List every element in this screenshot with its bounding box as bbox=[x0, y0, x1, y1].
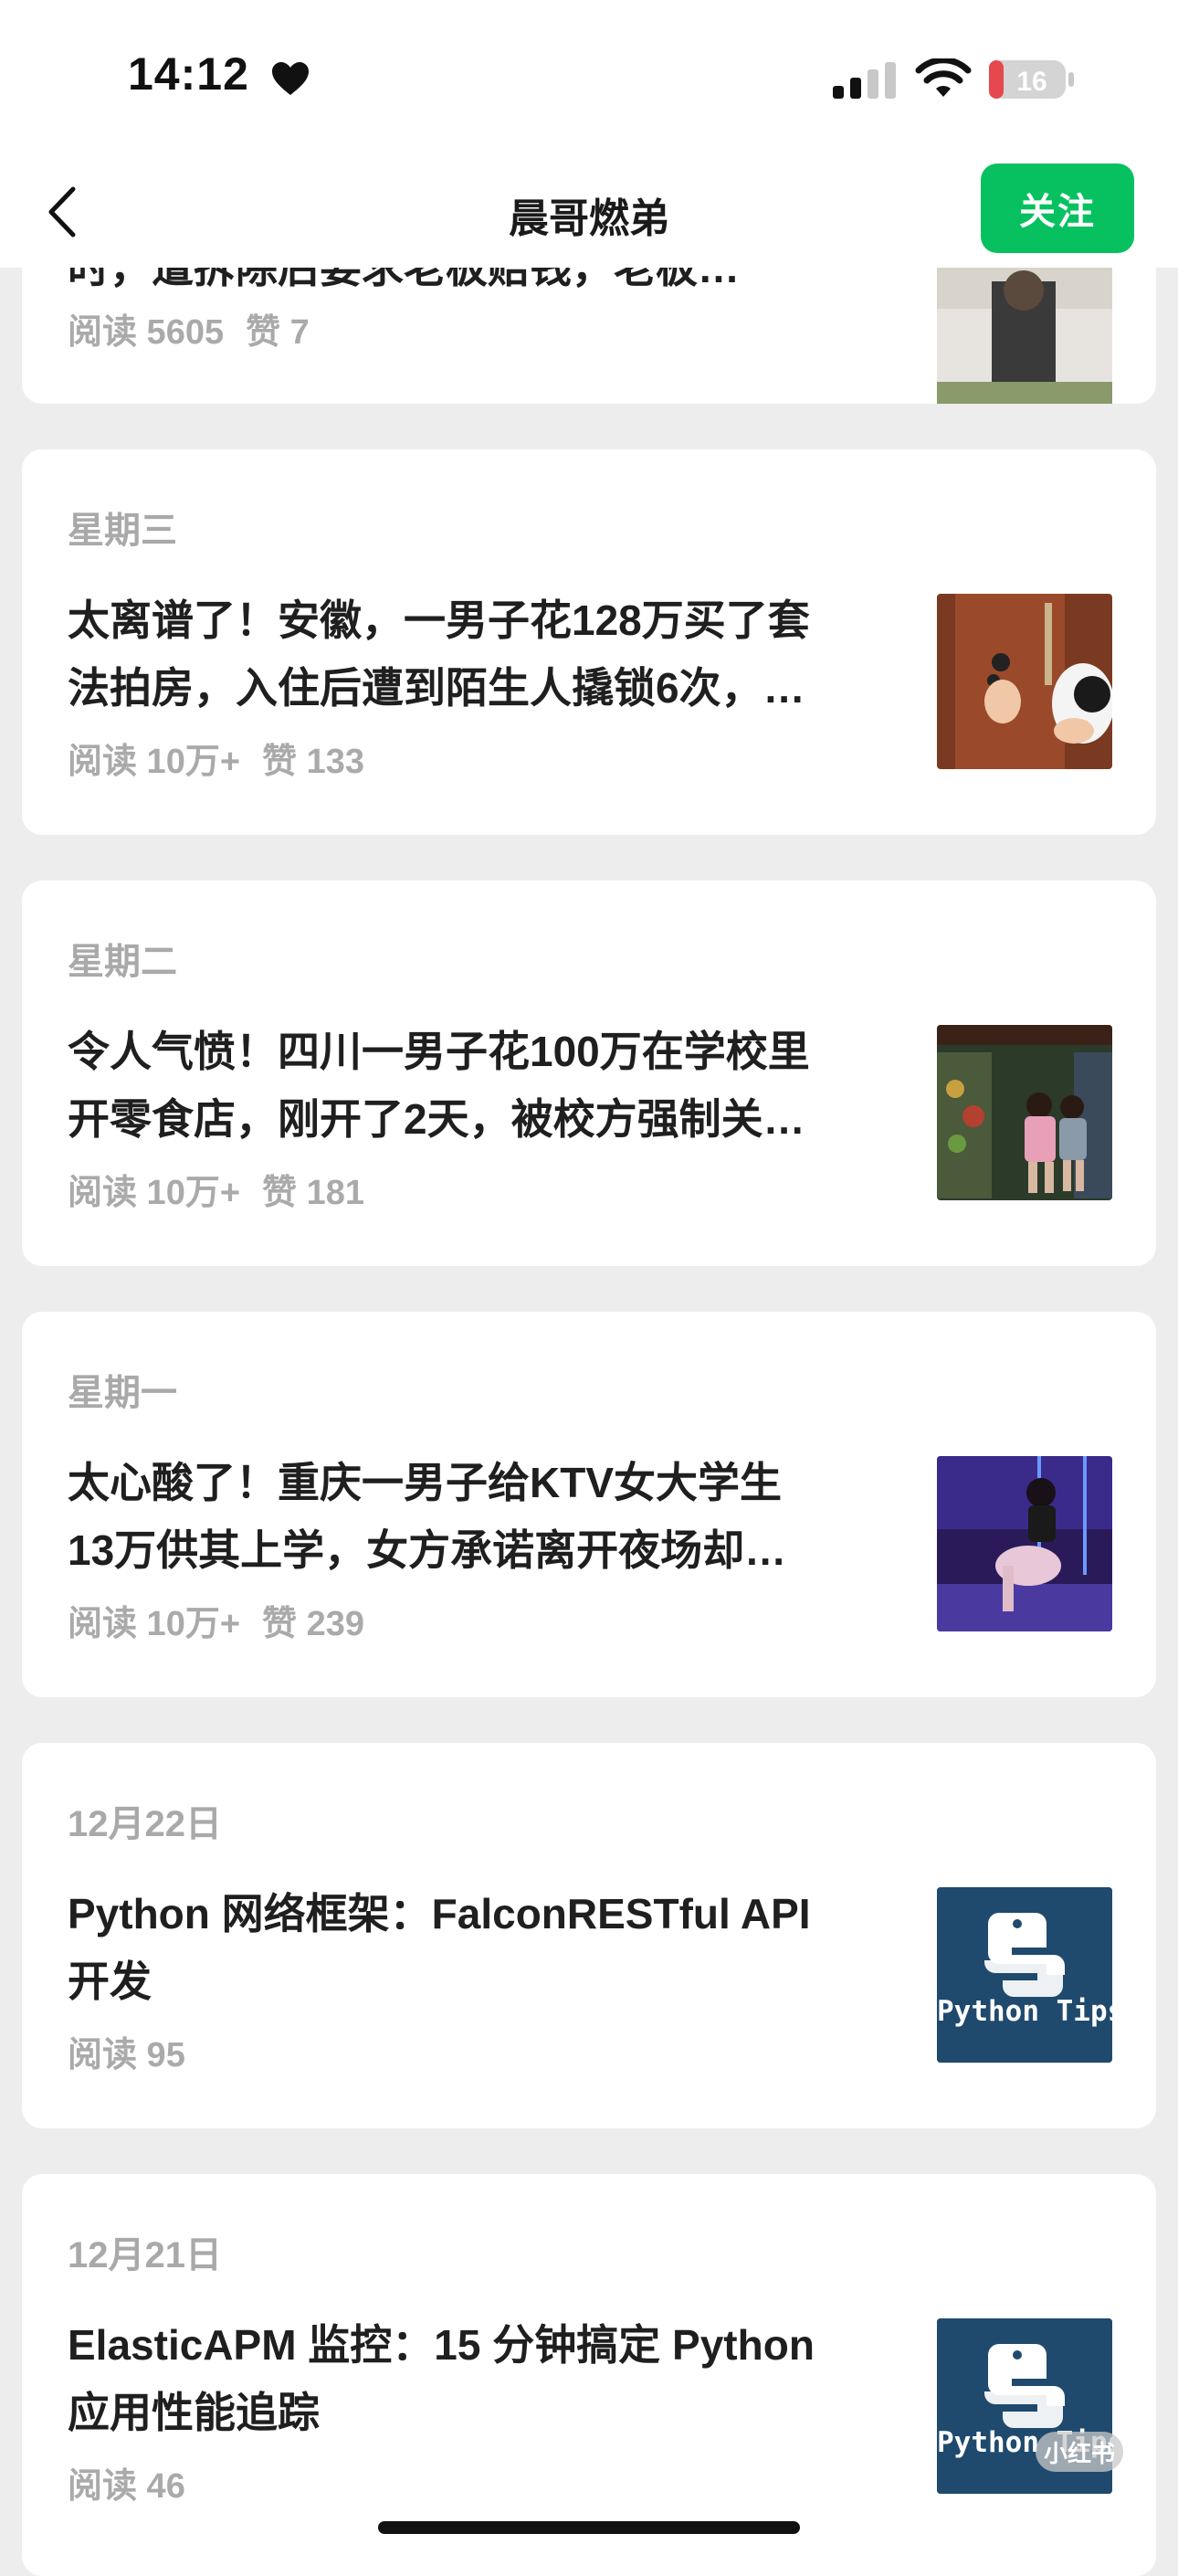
article-card[interactable]: 星期二 令人气愤！四川一男子花100万在学校里 开零食店，刚开了2天，被校方强制… bbox=[22, 881, 1156, 1266]
article-card[interactable]: 星期三 太离谱了！安徽，一男子花128万买了套 法拍房，入住后遭到陌生人撬锁6次… bbox=[22, 449, 1156, 835]
cellular-signal-icon bbox=[833, 62, 896, 99]
article-thumbnail[interactable]: Python Tips bbox=[937, 1887, 1112, 2063]
article-stats: 阅读 95 bbox=[68, 2026, 185, 2076]
article-date: 星期二 bbox=[68, 942, 177, 982]
article-title-line1: 太离谱了！安徽，一男子花128万买了套 bbox=[68, 596, 810, 644]
article-title: 太离谱了！安徽，一男子花128万买了套 法拍房，入住后遭到陌生人撬锁6次，… bbox=[68, 586, 926, 722]
article-title: 太心酸了！重庆一男子给KTV女大学生 13万供其上学，女方承诺离开夜场却… bbox=[68, 1449, 926, 1584]
article-title-line1: 太心酸了！重庆一男子给KTV女大学生 bbox=[68, 1459, 782, 1506]
thumbnail-label: Python Tips bbox=[937, 1995, 1112, 2028]
article-title: ElasticAPM 监控：15 分钟搞定 Python 应用性能追踪 bbox=[68, 2311, 926, 2446]
status-time: 14:12 bbox=[128, 48, 249, 100]
wifi-icon bbox=[915, 58, 972, 97]
article-date: 12月22日 bbox=[68, 1804, 222, 1844]
article-thumbnail[interactable] bbox=[937, 1025, 1112, 1200]
article-thumbnail[interactable] bbox=[937, 1456, 1112, 1631]
like-count: 赞 239 bbox=[262, 1605, 364, 1643]
follow-button[interactable]: 关注 bbox=[981, 164, 1134, 253]
article-thumbnail[interactable] bbox=[937, 254, 1112, 404]
article-thumbnail[interactable] bbox=[937, 594, 1112, 769]
read-count: 阅读 10万+ bbox=[68, 1174, 241, 1212]
article-card[interactable]: 12月22日 Python 网络框架：FalconRESTful API 开发 … bbox=[22, 1743, 1156, 2128]
article-title-line1: Python 网络框架：FalconRESTful API bbox=[68, 1890, 811, 1937]
battery-icon: 16 bbox=[989, 60, 1074, 99]
article-title-line1: 令人气愤！四川一男子花100万在学校里 bbox=[68, 1028, 810, 1075]
nav-bar: 晨哥燃弟 关注 bbox=[0, 160, 1178, 268]
home-indicator[interactable] bbox=[378, 2521, 800, 2534]
article-title: 令人气愤！四川一男子花100万在学校里 开零食店，刚开了2天，被校方强制关… bbox=[68, 1018, 926, 1153]
article-title-line2: 开零食店，刚开了2天，被校方强制关… bbox=[68, 1095, 805, 1143]
article-stats: 阅读 5605 赞 7 bbox=[68, 303, 310, 354]
article-title-line2: 开发 bbox=[68, 1958, 152, 2005]
python-logo-icon bbox=[937, 1887, 1112, 2063]
like-count: 赞 133 bbox=[262, 743, 364, 781]
article-card[interactable]: 12月21日 ElasticAPM 监控：15 分钟搞定 Python 应用性能… bbox=[22, 2174, 1156, 2576]
article-stats: 阅读 10万+ 赞 239 bbox=[68, 1595, 364, 1645]
status-bar: 14:12 16 bbox=[0, 0, 1178, 160]
heart-icon bbox=[272, 62, 309, 95]
read-count: 阅读 10万+ bbox=[68, 1605, 241, 1643]
article-stats: 阅读 10万+ 赞 133 bbox=[68, 733, 364, 783]
article-title: Python 网络框架：FalconRESTful API 开发 bbox=[68, 1880, 926, 2015]
article-date: 星期三 bbox=[68, 511, 177, 551]
read-count: 阅读 5605 bbox=[68, 313, 225, 352]
read-count: 阅读 95 bbox=[68, 2036, 185, 2075]
article-date: 12月21日 bbox=[68, 2235, 222, 2275]
battery-level: 16 bbox=[1016, 67, 1047, 97]
article-card[interactable]: 星期一 太心酸了！重庆一男子给KTV女大学生 13万供其上学，女方承诺离开夜场却… bbox=[22, 1312, 1156, 1697]
read-count: 阅读 10万+ bbox=[68, 743, 241, 781]
read-count: 阅读 46 bbox=[68, 2467, 185, 2506]
article-title-line2: 13万供其上学，女方承诺离开夜场却… bbox=[68, 1526, 787, 1574]
like-count: 赞 7 bbox=[246, 313, 310, 352]
like-count: 赞 181 bbox=[262, 1174, 364, 1212]
article-title-line1: ElasticAPM 监控：15 分钟搞定 Python bbox=[68, 2321, 815, 2369]
article-title-line2: 应用性能追踪 bbox=[68, 2389, 320, 2436]
article-title-line2: 法拍房，入住后遭到陌生人撬锁6次，… bbox=[68, 664, 805, 712]
article-date: 星期一 bbox=[68, 1373, 177, 1413]
article-stats: 阅读 46 bbox=[68, 2457, 185, 2507]
watermark: 小红书 bbox=[1036, 2432, 1123, 2472]
article-stats: 阅读 10万+ 赞 181 bbox=[68, 1164, 364, 1214]
